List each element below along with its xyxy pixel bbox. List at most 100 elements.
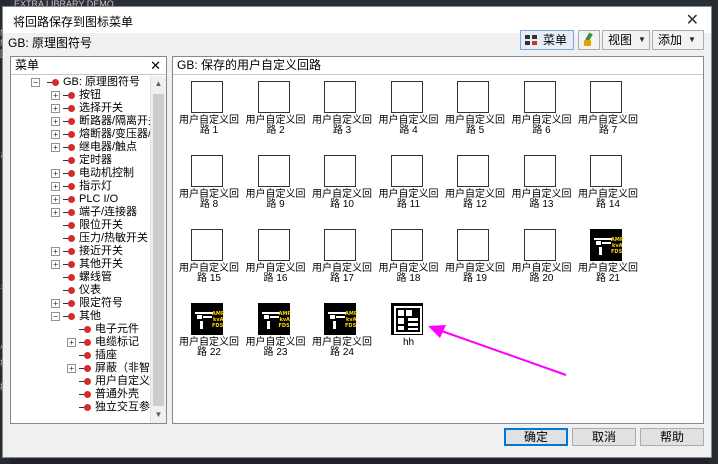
tree-item[interactable]: + 指示灯 <box>11 180 151 193</box>
circuit-tile-label: 用户自定义回路 13 <box>511 189 572 210</box>
tree-item[interactable]: − 其他 <box>11 310 151 323</box>
cancel-button[interactable]: 取消 <box>572 428 636 446</box>
circuit-tile[interactable]: 用户自定义回路 13 <box>510 155 574 225</box>
symbol-node-icon <box>79 326 93 333</box>
circuit-tile[interactable]: 用户自定义回路 2 <box>244 81 308 151</box>
circuit-tile-label: 用户自定义回路 18 <box>378 263 439 284</box>
tree-item[interactable]: 用户自定义回路 <box>11 375 151 388</box>
tree-item[interactable]: 独立交互参考符号 <box>11 401 151 414</box>
expand-icon[interactable]: + <box>51 182 60 191</box>
tree-item[interactable]: + 断路器/隔离开关 <box>11 115 151 128</box>
scroll-up-arrow-icon[interactable]: ▲ <box>151 76 166 92</box>
tree-item-label: 屏蔽（非智能化） <box>95 362 151 374</box>
tree-item[interactable]: − GB: 原理图符号 <box>11 76 151 89</box>
tree-item[interactable]: + 端子/连接器 <box>11 206 151 219</box>
tree-item[interactable]: 定时器 <box>11 154 151 167</box>
gallery-header: GB: 保存的用户自定义回路 <box>173 57 703 75</box>
tree-item[interactable]: + PLC I/O <box>11 193 151 206</box>
tree-item[interactable]: + 选择开关 <box>11 102 151 115</box>
tree-item[interactable]: 螺线管 <box>11 271 151 284</box>
expand-icon[interactable]: + <box>51 299 60 308</box>
tree-item[interactable]: 仪表 <box>11 284 151 297</box>
expand-icon[interactable]: + <box>51 143 60 152</box>
expand-icon[interactable]: + <box>51 169 60 178</box>
scroll-down-arrow-icon[interactable]: ▼ <box>151 407 166 423</box>
menu-tree[interactable]: −GB: 原理图符号+按钮+选择开关+断路器/隔离开关+熔断器/变压器/电抗器+… <box>11 76 151 423</box>
circuit-tile[interactable]: 用户自定义回路 1 <box>177 81 241 151</box>
tree-item[interactable]: + 熔断器/变压器/电抗器 <box>11 128 151 141</box>
tree-item[interactable]: + 继电器/触点 <box>11 141 151 154</box>
close-icon[interactable]: ✕ <box>150 57 161 74</box>
tree-item[interactable]: + 限定符号 <box>11 297 151 310</box>
scrollbar-thumb[interactable] <box>153 94 164 406</box>
circuit-tile-label: hh <box>402 337 415 348</box>
expand-icon[interactable]: + <box>67 338 76 347</box>
expand-icon[interactable]: + <box>51 260 60 269</box>
circuit-tile[interactable]: 用户自定义回路 11 <box>377 155 441 225</box>
tree-item[interactable]: + 其他开关 <box>11 258 151 271</box>
collapse-icon[interactable]: − <box>31 78 40 87</box>
menu-view-button[interactable]: 菜单 <box>520 30 574 50</box>
tree-item[interactable]: + 按钮 <box>11 89 151 102</box>
tree-item[interactable]: + 电动机控制 <box>11 167 151 180</box>
tree-item[interactable]: 插座 <box>11 349 151 362</box>
circuit-tile[interactable]: 用户自定义回路 15 <box>177 229 241 299</box>
circuit-tile[interactable]: 用户自定义回路 7 <box>576 81 640 151</box>
view-dropdown[interactable]: 视图 ▼ <box>602 30 650 50</box>
circuit-tile[interactable]: 用户自定义回路 3 <box>310 81 374 151</box>
circuit-tile[interactable]: 用户自定义回路 14 <box>576 155 640 225</box>
tree-item[interactable]: + 接近开关 <box>11 245 151 258</box>
circuit-tile-label: 用户自定义回路 17 <box>312 263 372 284</box>
circuit-tile[interactable]: 用户自定义回路 10 <box>310 155 374 225</box>
circuit-tile[interactable]: 用户自定义回路 17 <box>310 229 374 299</box>
tree-item-label: 电缆标记 <box>95 336 139 348</box>
expand-icon[interactable]: + <box>51 195 60 204</box>
tree-item-label: 电动机控制 <box>79 167 134 179</box>
circuit-tile-label: 用户自定义回路 4 <box>378 115 439 136</box>
circuit-tile[interactable]: 用户自定义回路 20 <box>510 229 574 299</box>
circuit-tile[interactable]: AMP kvA FDS 用户自定义回路 22 <box>177 303 241 373</box>
expand-icon[interactable]: + <box>51 117 60 126</box>
circuit-tile[interactable]: 用户自定义回路 6 <box>510 81 574 151</box>
tree-item[interactable]: 压力/热敏开关 <box>11 232 151 245</box>
circuit-tile[interactable]: 用户自定义回路 8 <box>177 155 241 225</box>
add-dropdown[interactable]: 添加 ▼ <box>652 30 704 50</box>
circuit-tile[interactable]: AMP kvA FDS 用户自定义回路 23 <box>244 303 308 373</box>
circuit-tile[interactable]: 用户自定义回路 16 <box>244 229 308 299</box>
circuit-tile[interactable]: 用户自定义回路 9 <box>244 155 308 225</box>
circuit-tile[interactable]: AMP kvA FDS 用户自定义回路 21 <box>576 229 640 299</box>
circuit-tile[interactable]: 用户自定义回路 18 <box>377 229 441 299</box>
tree-item[interactable]: + 屏蔽（非智能化） <box>11 362 151 375</box>
circuit-tile[interactable]: 用户自定义回路 19 <box>443 229 507 299</box>
tree-item[interactable]: + 电缆标记 <box>11 336 151 349</box>
circuit-tile-label: 用户自定义回路 15 <box>179 263 239 284</box>
expand-icon[interactable]: + <box>51 91 60 100</box>
circuit-thumbnail <box>523 81 556 113</box>
expand-icon[interactable]: + <box>51 208 60 217</box>
expand-icon[interactable]: + <box>67 364 76 373</box>
close-icon[interactable]: ✕ <box>686 10 699 29</box>
tree-item-label: 断路器/隔离开关 <box>79 115 151 127</box>
tree-item[interactable]: 普通外壳 <box>11 388 151 401</box>
symbol-node-icon <box>63 131 77 138</box>
paint-brush-button[interactable] <box>578 30 600 50</box>
circuit-tile-label: 用户自定义回路 20 <box>511 263 572 284</box>
circuit-tile[interactable]: AMP kvA FDS 用户自定义回路 24 <box>310 303 374 373</box>
expand-icon[interactable]: + <box>51 130 60 139</box>
tree-item[interactable]: 电子元件 <box>11 323 151 336</box>
circuit-tile[interactable]: 用户自定义回路 4 <box>377 81 441 151</box>
circuit-tile[interactable]: 用户自定义回路 12 <box>443 155 507 225</box>
tree-item-label: 继电器/触点 <box>79 141 138 153</box>
tree-item[interactable]: 限位开关 <box>11 219 151 232</box>
chevron-down-icon: ▼ <box>638 35 646 44</box>
expand-icon[interactable]: + <box>51 247 60 256</box>
tree-scrollbar[interactable]: ▲ ▼ <box>150 76 166 423</box>
circuit-tile[interactable]: hh <box>377 303 441 373</box>
circuit-tile[interactable]: 用户自定义回路 5 <box>443 81 507 151</box>
help-button[interactable]: 帮助 <box>640 428 704 446</box>
circuit-thumbnail: AMP kvA FDS <box>590 229 624 261</box>
expand-icon[interactable]: + <box>51 104 60 113</box>
ok-button[interactable]: 确定 <box>504 428 568 446</box>
circuit-tile-label: 用户自定义回路 7 <box>578 115 638 136</box>
collapse-icon[interactable]: − <box>51 312 60 321</box>
